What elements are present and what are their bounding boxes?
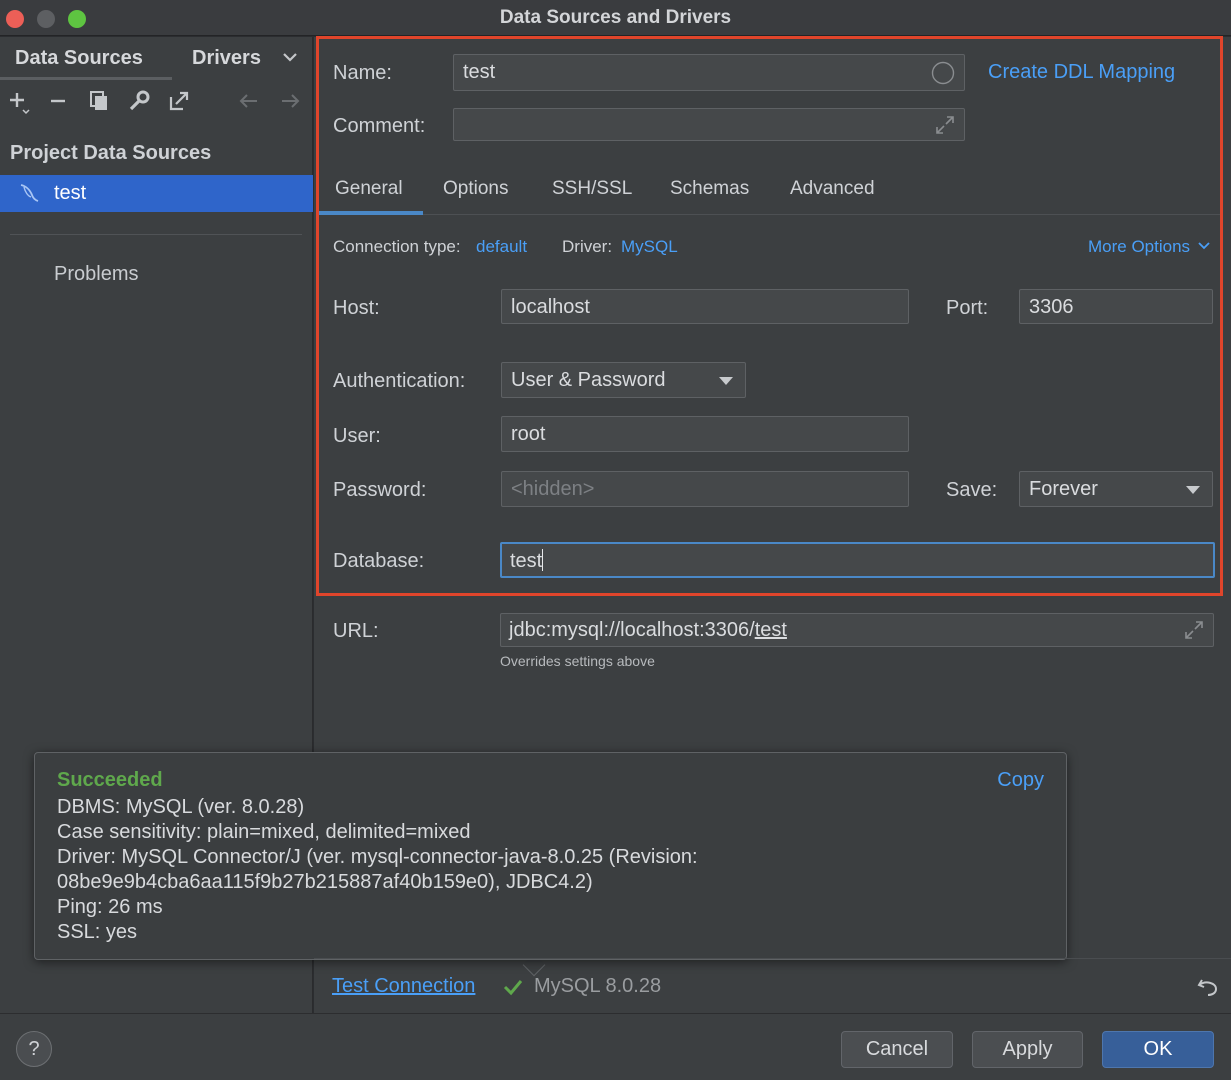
remove-icon[interactable] bbox=[45, 89, 71, 119]
sidebar-toolbar bbox=[0, 89, 313, 121]
sidebar-divider bbox=[10, 234, 302, 235]
tab-data-sources[interactable]: Data Sources bbox=[15, 47, 143, 70]
url-prefix: jdbc:mysql://localhost:3306/ bbox=[509, 619, 755, 641]
status-divider bbox=[314, 958, 1231, 959]
back-arrow-icon[interactable] bbox=[236, 89, 262, 119]
popup-line-dbms: DBMS: MySQL (ver. 8.0.28) bbox=[57, 796, 305, 818]
url-input[interactable]: jdbc:mysql://localhost:3306/test bbox=[500, 613, 1214, 647]
sidebar-item-label: test bbox=[54, 182, 87, 204]
connection-result-popup: Succeeded Copy DBMS: MySQL (ver. 8.0.28)… bbox=[34, 752, 1067, 960]
expand-icon[interactable] bbox=[1183, 619, 1205, 647]
forward-arrow-icon[interactable] bbox=[277, 89, 303, 119]
sidebar-item-test[interactable]: test bbox=[0, 175, 313, 212]
active-tab-indicator bbox=[0, 77, 172, 80]
project-data-sources-heading: Project Data Sources bbox=[10, 142, 212, 164]
duplicate-icon[interactable] bbox=[86, 89, 112, 119]
url-database: test bbox=[754, 619, 787, 641]
apply-button[interactable]: Apply bbox=[972, 1031, 1083, 1068]
ok-button[interactable]: OK bbox=[1102, 1031, 1214, 1068]
popup-line-ping: Ping: 26 ms bbox=[57, 896, 163, 918]
popup-title: Succeeded bbox=[57, 769, 163, 791]
popup-line-case-sensitivity: Case sensitivity: plain=mixed, delimited… bbox=[57, 821, 471, 843]
popup-line-ssl: SSL: yes bbox=[57, 921, 138, 943]
highlight-frame bbox=[316, 36, 1223, 596]
sidebar-item-problems[interactable]: Problems bbox=[54, 263, 138, 286]
window-title: Data Sources and Drivers bbox=[499, 7, 732, 28]
tabs-more-chevron-icon[interactable] bbox=[280, 47, 300, 72]
checkmark-icon bbox=[502, 976, 524, 1003]
popup-line-driver: Driver: MySQL Connector/J (ver. mysql-co… bbox=[57, 846, 698, 868]
jump-to-icon[interactable] bbox=[166, 89, 192, 119]
tab-drivers[interactable]: Drivers bbox=[192, 47, 261, 70]
url-label: URL: bbox=[333, 620, 379, 642]
sidebar-tabs: Data Sources Drivers bbox=[0, 37, 313, 81]
server-version: MySQL 8.0.28 bbox=[534, 975, 662, 997]
url-hint: Overrides settings above bbox=[500, 653, 655, 669]
add-icon[interactable] bbox=[6, 89, 32, 121]
help-button[interactable]: ? bbox=[16, 1031, 52, 1067]
popup-line-revision: 08be9e9b4cba6aa115f9b27b215887af40b159e0… bbox=[57, 871, 593, 893]
cancel-button[interactable]: Cancel bbox=[841, 1031, 953, 1068]
undo-icon[interactable] bbox=[1196, 975, 1220, 1004]
wrench-icon[interactable] bbox=[126, 89, 152, 119]
copy-link[interactable]: Copy bbox=[997, 769, 1044, 792]
test-connection-link[interactable]: Test Connection bbox=[332, 975, 475, 998]
mysql-dolphin-icon bbox=[18, 182, 40, 209]
